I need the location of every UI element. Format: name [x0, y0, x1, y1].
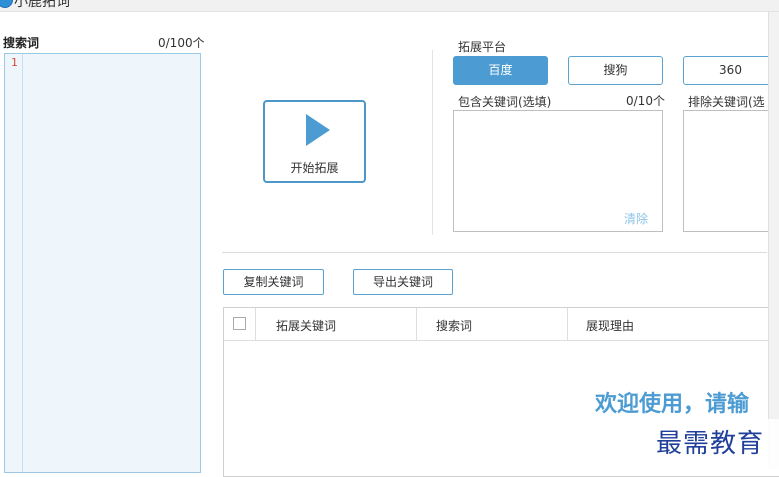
column-header-display-reason[interactable]: 展现理由	[586, 317, 634, 334]
watermark: 最需教育	[528, 419, 779, 469]
vertical-divider	[432, 50, 433, 235]
platform-sogou-button[interactable]: 搜狗	[568, 56, 663, 85]
select-all-checkbox[interactable]	[233, 317, 246, 330]
search-terms-label: 搜索词	[3, 36, 40, 50]
window-scrollbar[interactable]	[768, 12, 779, 469]
window-title: 小鹿拓词	[14, 0, 70, 10]
start-expand-button[interactable]: 开始拓展	[263, 100, 366, 183]
title-bar: 小鹿拓词	[0, 0, 779, 12]
include-keywords-label: 包含关键词(选填)	[458, 95, 552, 109]
clear-include-button[interactable]: 清除	[624, 210, 648, 227]
platform-label: 拓展平台	[458, 40, 507, 54]
exclude-keywords-label: 排除关键词(选	[688, 95, 765, 109]
search-terms-editor[interactable]: 1	[4, 53, 201, 473]
column-header-expanded-keyword[interactable]: 拓展关键词	[276, 317, 336, 334]
include-keywords-input[interactable]: 清除	[453, 110, 663, 232]
platform-baidu-button[interactable]: 百度	[453, 56, 548, 85]
line-number-gutter: 1	[5, 54, 23, 472]
play-icon	[306, 114, 330, 146]
horizontal-divider	[222, 252, 767, 253]
watermark-text: 最需教育	[656, 429, 765, 459]
copy-keywords-button[interactable]: 复制关键词	[223, 269, 324, 295]
column-header-search-term[interactable]: 搜索词	[436, 317, 472, 334]
platform-360-button[interactable]: 360	[683, 56, 778, 85]
line-number: 1	[11, 56, 18, 69]
app-logo-icon	[0, 0, 13, 8]
welcome-message: 欢迎使用，请输	[595, 392, 750, 417]
export-keywords-button[interactable]: 导出关键词	[353, 269, 453, 295]
include-keywords-count: 0/10个	[626, 94, 665, 108]
exclude-keywords-input[interactable]	[683, 110, 779, 232]
start-expand-label: 开始拓展	[290, 161, 339, 175]
column-separator	[416, 308, 417, 340]
column-separator	[255, 308, 256, 340]
search-terms-count: 0/100个	[158, 36, 205, 50]
column-separator	[567, 308, 568, 340]
table-header: 拓展关键词 搜索词 展现理由	[224, 308, 779, 341]
